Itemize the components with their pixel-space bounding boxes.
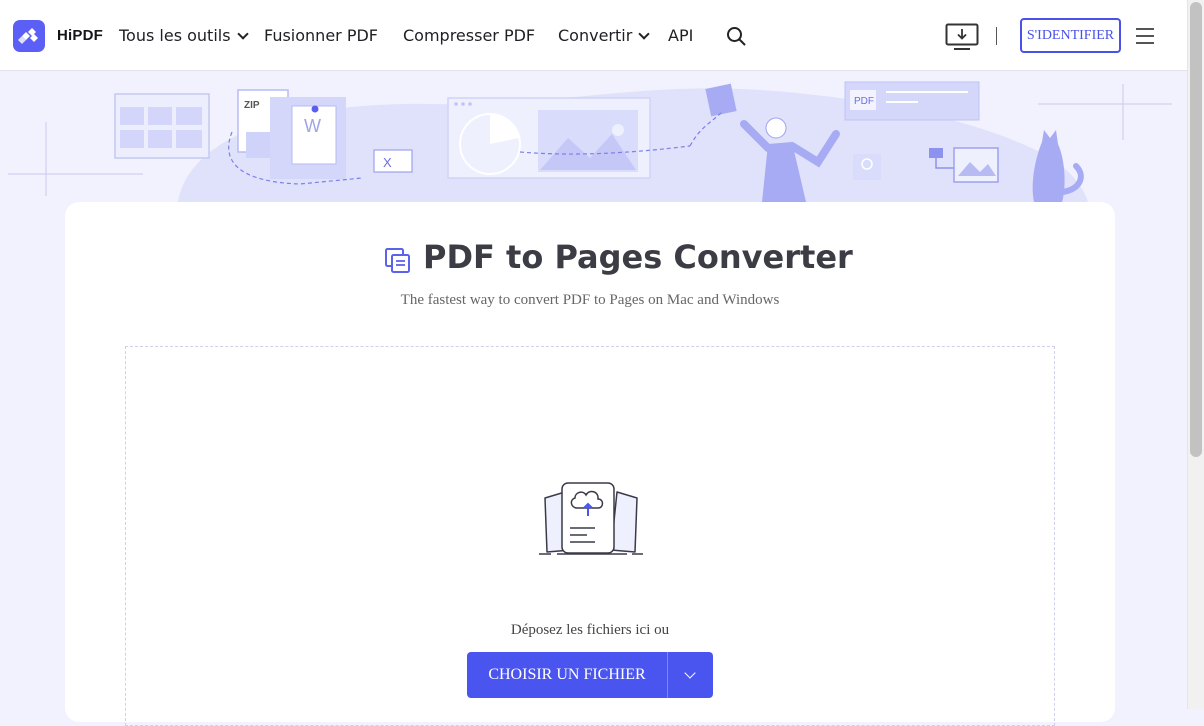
page-title: PDF to Pages Converter bbox=[423, 238, 853, 276]
brand-name[interactable]: HiPDF bbox=[57, 27, 103, 44]
zip-label: ZIP bbox=[244, 100, 260, 111]
logo-icon[interactable] bbox=[13, 20, 45, 52]
search-icon[interactable] bbox=[726, 26, 746, 46]
page-scrollbar[interactable] bbox=[1187, 0, 1204, 709]
download-app-icon[interactable] bbox=[945, 23, 979, 51]
scrollbar-thumb[interactable] bbox=[1190, 2, 1202, 457]
nav-compress-pdf-label: Compresser PDF bbox=[403, 26, 536, 45]
nav-all-tools[interactable]: Tous les outils bbox=[119, 26, 249, 45]
nav-api-label: API bbox=[668, 26, 694, 45]
nav-api[interactable]: API bbox=[668, 26, 693, 45]
hero-illustration: ZIP W X PDF bbox=[8, 81, 1172, 212]
chevron-down-icon bbox=[684, 667, 696, 679]
pdf-label: PDF bbox=[854, 96, 874, 107]
pages-converter-icon bbox=[385, 248, 410, 273]
hamburger-menu-icon[interactable] bbox=[1136, 28, 1154, 44]
word-label: W bbox=[304, 116, 321, 136]
choose-source-dropdown[interactable] bbox=[667, 652, 713, 698]
nav-all-tools-label: Tous les outils bbox=[119, 26, 231, 45]
chevron-down-icon bbox=[236, 28, 249, 40]
nav-convert-label: Convertir bbox=[558, 26, 633, 45]
chevron-down-icon bbox=[638, 28, 650, 40]
page-subtitle: The fastest way to convert PDF to Pages … bbox=[400, 292, 780, 308]
nav-merge-pdf[interactable]: Fusionner PDF bbox=[264, 26, 378, 45]
signin-button[interactable]: S'IDENTIFIER bbox=[1020, 18, 1121, 53]
top-header: HiPDF Tous les outils Fusionner PDF Comp… bbox=[0, 0, 1187, 71]
nav-convert[interactable]: Convertir bbox=[558, 26, 650, 45]
nav-merge-pdf-label: Fusionner PDF bbox=[264, 26, 378, 45]
header-divider bbox=[996, 27, 997, 45]
upload-cloud-icon bbox=[539, 482, 643, 555]
excel-label: X bbox=[383, 155, 392, 170]
nav-compress-pdf[interactable]: Compresser PDF bbox=[403, 26, 535, 45]
choose-file-button[interactable]: CHOISIR UN FICHIER bbox=[467, 652, 667, 698]
drop-files-text: Déposez les fichiers ici ou bbox=[510, 622, 670, 638]
